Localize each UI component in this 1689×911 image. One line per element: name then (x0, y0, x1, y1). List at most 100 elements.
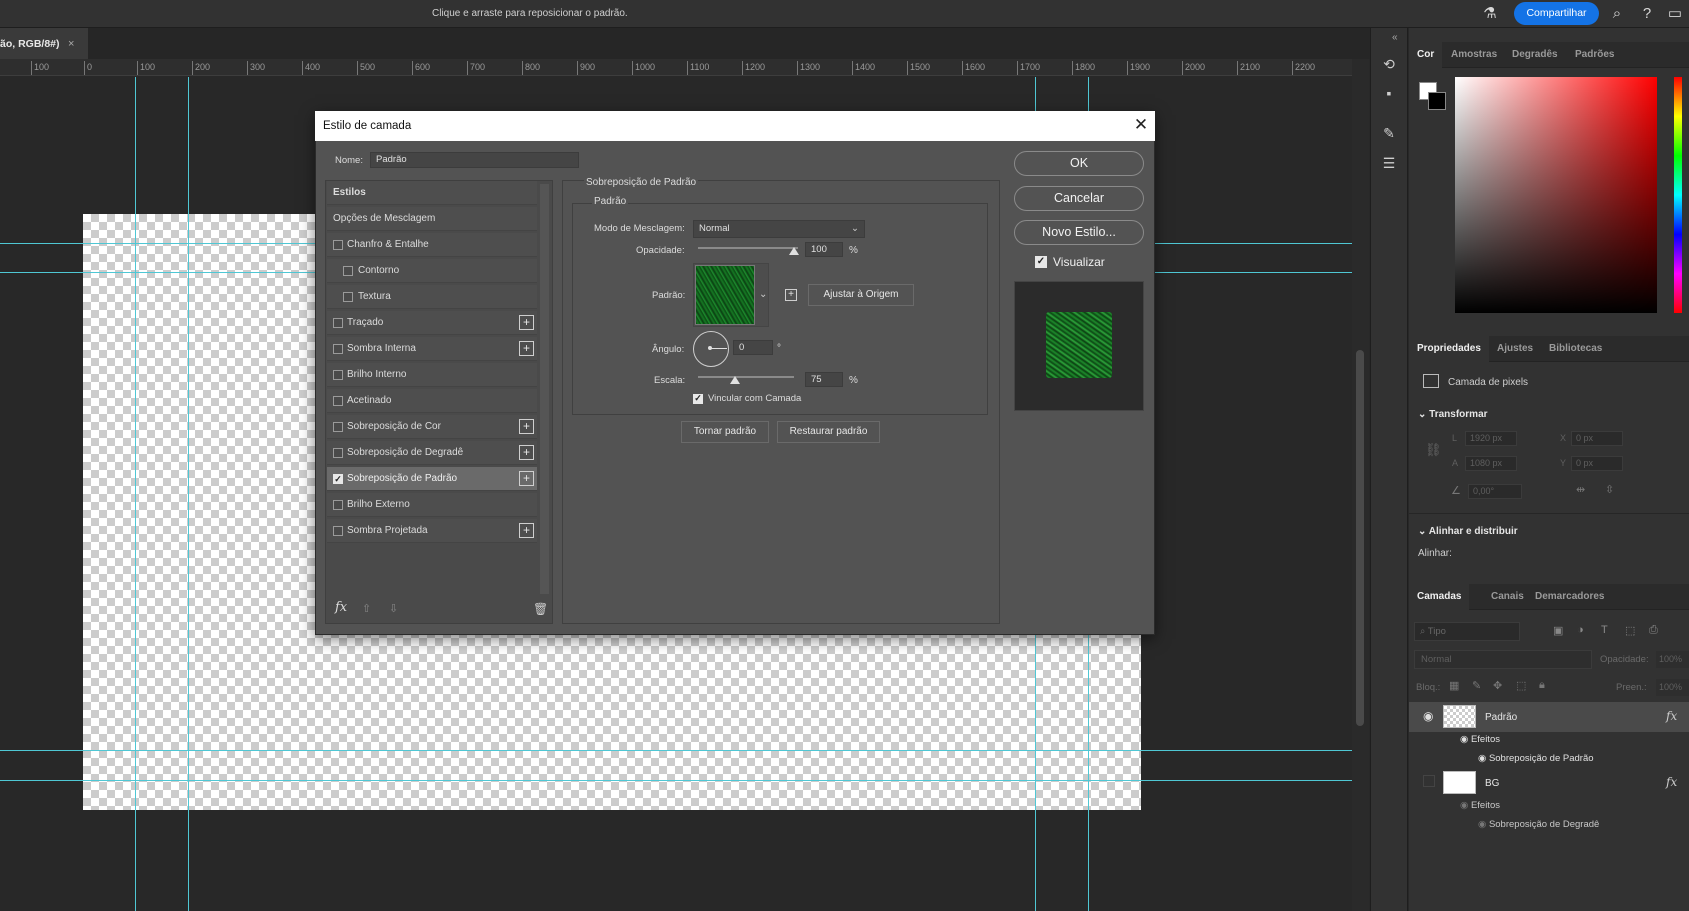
lock-position-icon[interactable]: ✥ (1493, 679, 1502, 692)
style-item[interactable]: Acetinado (327, 389, 537, 413)
style-checkbox[interactable] (333, 240, 343, 250)
reset-default-button[interactable]: Restaurar padrão (777, 421, 880, 443)
style-checkbox[interactable] (333, 370, 343, 380)
make-default-button[interactable]: Tornar padrão (681, 421, 769, 443)
scrollbar-thumb[interactable] (1356, 350, 1364, 726)
lock-all-icon[interactable]: 🔒︎ (1539, 679, 1545, 692)
background-color-swatch[interactable] (1428, 92, 1446, 110)
visibility-toggle[interactable] (1423, 775, 1435, 787)
style-item[interactable]: Brilho Externo (327, 493, 537, 517)
style-checkbox[interactable]: ✓ (333, 474, 343, 484)
style-checkbox[interactable] (333, 448, 343, 458)
angle-input[interactable]: 0 (733, 340, 773, 355)
tab-channels[interactable]: Canais (1491, 584, 1524, 610)
eye-icon[interactable]: ◉ (1478, 819, 1489, 830)
width-field[interactable]: 1920 px (1465, 431, 1517, 446)
style-checkbox[interactable] (343, 266, 353, 276)
style-checkbox[interactable] (343, 292, 353, 302)
rotation-field[interactable]: 0,00° (1468, 484, 1522, 499)
cancel-button[interactable]: Cancelar (1014, 186, 1144, 211)
fx-icon[interactable]: fx (1666, 709, 1677, 723)
hue-slider[interactable] (1674, 77, 1682, 313)
filter-smart-icon[interactable]: ⎙ (1649, 624, 1658, 637)
style-item[interactable]: Sobreposição de Degradê (327, 441, 537, 465)
scale-input[interactable]: 75 (805, 372, 843, 387)
search-icon[interactable]: ⌕ (1607, 4, 1627, 24)
style-item[interactable]: Contorno (327, 259, 537, 283)
blend-options-item[interactable]: Opções de Mesclagem (327, 207, 537, 231)
fx-icon[interactable]: fx (335, 600, 347, 615)
style-item[interactable]: Sobreposição de Cor (327, 415, 537, 439)
opacity-slider-handle[interactable] (789, 247, 799, 255)
opacity-input[interactable]: 100 (805, 242, 843, 257)
adjustments-icon[interactable]: ☰ (1378, 152, 1400, 174)
eye-icon[interactable]: ◉ (1460, 800, 1471, 811)
document-tab[interactable]: ão, RGB/8#) (0, 28, 88, 59)
tab-gradients[interactable]: Degradês (1512, 42, 1558, 68)
move-down-icon[interactable]: ⇩ (389, 602, 398, 615)
collapse-icon[interactable]: « (1392, 32, 1398, 43)
layer-opacity-field[interactable]: 100% (1656, 651, 1689, 668)
filter-type-icon[interactable]: T (1601, 624, 1608, 636)
lock-transparency-icon[interactable]: ▦ (1449, 679, 1459, 692)
eye-icon[interactable]: ◉ (1423, 709, 1433, 723)
layer-row[interactable]: ◉ Padrão fx (1409, 702, 1689, 732)
style-item[interactable]: Brilho Interno (327, 363, 537, 387)
style-checkbox[interactable] (333, 396, 343, 406)
new-preset-icon[interactable]: + (785, 289, 797, 301)
add-effect-icon[interactable]: + (519, 523, 534, 538)
style-item[interactable]: Chanfro & Entalhe (327, 233, 537, 257)
style-checkbox[interactable] (333, 318, 343, 328)
effect-row[interactable]: ◉ Sobreposição de Degradê (1478, 819, 1599, 830)
effect-row[interactable]: ◉ Sobreposição de Padrão (1478, 753, 1594, 764)
add-effect-icon[interactable]: + (519, 445, 534, 460)
layer-row[interactable]: BG fx (1409, 768, 1689, 798)
x-field[interactable]: 0 px (1571, 431, 1623, 446)
add-effect-icon[interactable]: + (519, 341, 534, 356)
tab-layers[interactable]: Camadas (1409, 584, 1470, 610)
pattern-swatch[interactable] (695, 265, 755, 325)
close-icon[interactable]: × (68, 38, 74, 50)
tab-swatches[interactable]: Amostras (1451, 42, 1497, 68)
lock-artboard-icon[interactable]: ⬚ (1516, 679, 1526, 692)
style-checkbox[interactable] (333, 500, 343, 510)
fx-icon[interactable]: fx (1666, 775, 1677, 789)
link-icon[interactable]: ⛓ (1425, 442, 1442, 458)
style-item[interactable]: Sombra Interna (327, 337, 537, 361)
height-field[interactable]: 1080 px (1465, 456, 1517, 471)
move-up-icon[interactable]: ⇧ (362, 602, 371, 615)
add-effect-icon[interactable]: + (519, 315, 534, 330)
help-icon[interactable]: ? (1637, 4, 1657, 24)
tab-color[interactable]: Cor (1409, 42, 1443, 68)
style-item[interactable]: Sombra Projetada (327, 519, 537, 543)
tab-paths[interactable]: Demarcadores (1525, 584, 1604, 610)
share-button[interactable]: Compartilhar (1514, 2, 1599, 25)
filter-shape-icon[interactable]: ⬚ (1625, 624, 1635, 637)
eye-icon[interactable]: ◉ (1478, 753, 1489, 764)
style-checkbox[interactable] (333, 526, 343, 536)
snap-to-origin-button[interactable]: Ajustar à Origem (808, 284, 914, 306)
comment-icon[interactable]: ▪ (1378, 82, 1400, 104)
flask-icon[interactable]: ⚗ (1480, 4, 1500, 24)
style-item[interactable]: Traçado (327, 311, 537, 335)
filter-adjustment-icon[interactable]: ◑ (1577, 624, 1584, 636)
tab-adjustments[interactable]: Ajustes (1497, 336, 1533, 362)
filter-image-icon[interactable]: ▣ (1553, 624, 1563, 637)
flip-vertical-icon[interactable]: ⇳ (1605, 483, 1614, 496)
history-icon[interactable]: ⟲ (1378, 53, 1400, 75)
style-item[interactable]: Textura (327, 285, 537, 309)
trash-icon[interactable]: 🗑︎ (533, 602, 548, 616)
style-checkbox[interactable] (333, 422, 343, 432)
workspace-icon[interactable]: ▭ (1665, 4, 1685, 24)
style-checkbox[interactable] (333, 344, 343, 354)
close-icon[interactable]: ✕ (1130, 114, 1152, 136)
opacity-slider[interactable] (698, 247, 798, 249)
effects-row[interactable]: ◉ Efeitos (1460, 800, 1500, 811)
align-title[interactable]: ⌄ Alinhar e distribuir (1418, 526, 1518, 537)
tab-patterns[interactable]: Padrões (1575, 42, 1614, 68)
scale-slider-handle[interactable] (730, 376, 740, 384)
chevron-down-icon[interactable]: ⌄ (759, 289, 767, 300)
effects-row[interactable]: ◉ Efeitos (1460, 734, 1500, 745)
tab-libraries[interactable]: Bibliotecas (1549, 336, 1602, 362)
layer-filter-search[interactable]: ⌕ Tipo (1414, 622, 1520, 641)
